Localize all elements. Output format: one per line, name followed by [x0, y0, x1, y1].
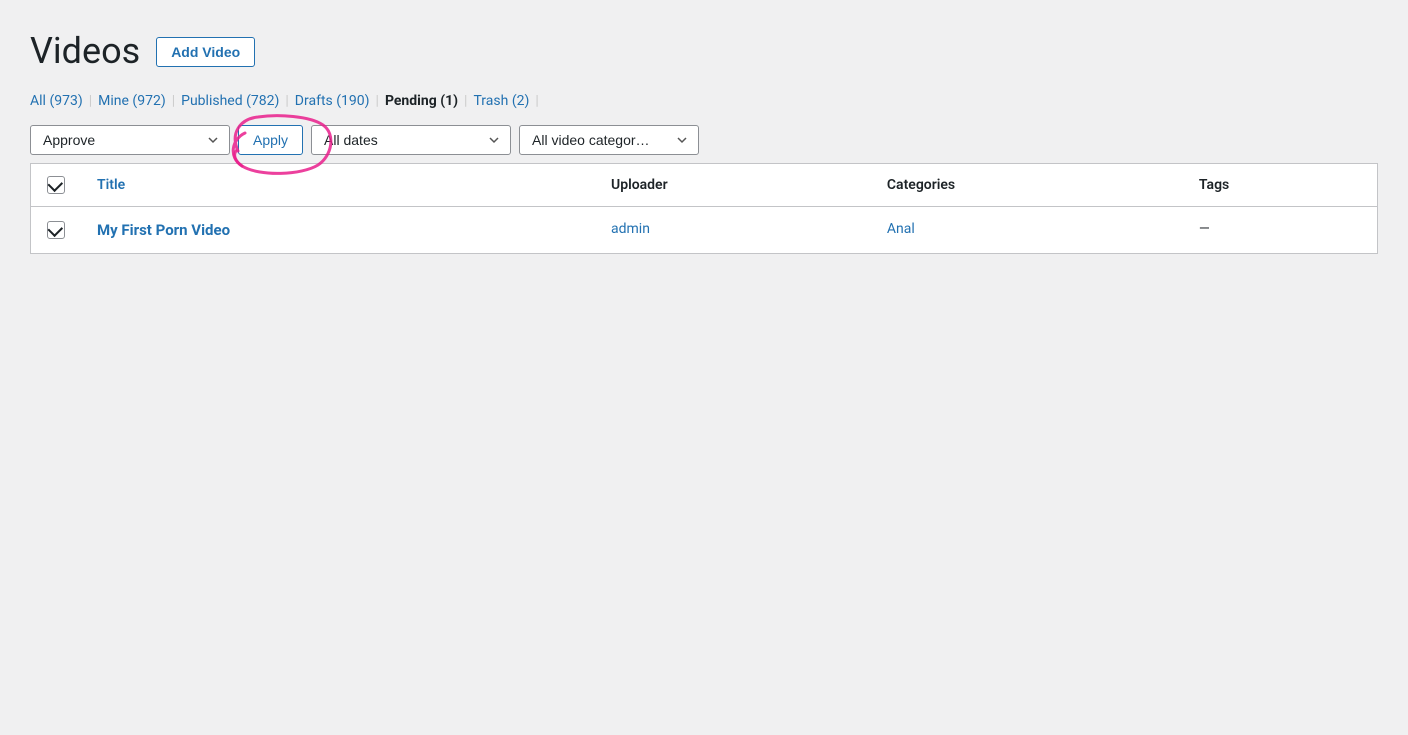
category-filter-select[interactable]: All video categor… [519, 125, 699, 155]
row-checkbox-cell [31, 207, 81, 254]
video-title-link[interactable]: My First Porn Video [97, 221, 230, 239]
page-header: Videos Add Video [30, 30, 1378, 73]
separator-1: | [89, 93, 92, 109]
row-tags-cell: — [1183, 207, 1377, 254]
row-uploader-cell: admin [595, 207, 871, 254]
filter-pending[interactable]: Pending (1) [385, 93, 458, 109]
separator-6: | [535, 93, 538, 109]
add-video-button[interactable]: Add Video [156, 37, 255, 67]
separator-5: | [464, 93, 467, 109]
apply-button[interactable]: Apply [238, 125, 303, 155]
separator-4: | [376, 93, 379, 109]
date-filter-select[interactable]: All dates [311, 125, 511, 155]
row-categories-cell: Anal [871, 207, 1183, 254]
videos-table-container: Title Uploader Categories Tags My First … [30, 163, 1378, 254]
row-checkbox[interactable] [47, 221, 65, 239]
col-header-title[interactable]: Title [81, 164, 595, 207]
col-header-categories: Categories [871, 164, 1183, 207]
col-header-tags: Tags [1183, 164, 1377, 207]
tags-value: — [1199, 221, 1210, 237]
filter-trash[interactable]: Trash (2) [473, 93, 529, 109]
filter-all[interactable]: All (973) [30, 93, 83, 109]
select-all-header [31, 164, 81, 207]
separator-3: | [285, 93, 288, 109]
select-all-checkbox[interactable] [47, 176, 65, 194]
row-title-cell: My First Porn Video [81, 207, 595, 254]
category-link[interactable]: Anal [887, 221, 915, 237]
uploader-link[interactable]: admin [611, 221, 650, 237]
videos-table: Title Uploader Categories Tags My First … [31, 164, 1377, 253]
toolbar: Approve Apply All dates All video catego… [30, 125, 1378, 155]
filter-published[interactable]: Published (782) [181, 93, 279, 109]
table-row: My First Porn Video admin Anal — [31, 207, 1377, 254]
separator-2: | [172, 93, 175, 109]
bulk-action-select[interactable]: Approve [30, 125, 230, 155]
filter-drafts[interactable]: Drafts (190) [295, 93, 370, 109]
apply-btn-wrapper: Apply [238, 125, 303, 155]
filter-links: All (973) | Mine (972) | Published (782)… [30, 93, 1378, 109]
col-header-uploader: Uploader [595, 164, 871, 207]
filter-mine[interactable]: Mine (972) [98, 93, 166, 109]
page-title: Videos [30, 30, 140, 73]
